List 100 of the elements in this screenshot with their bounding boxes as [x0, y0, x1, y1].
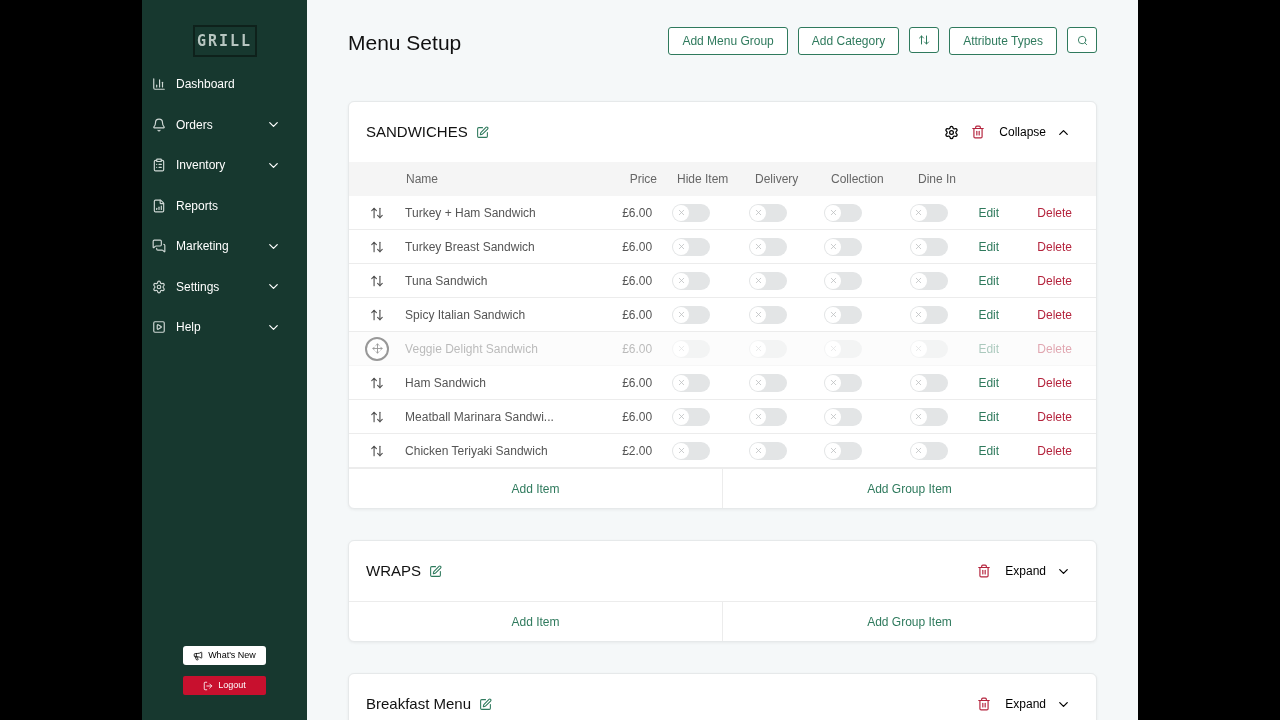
toggle-switch[interactable]	[824, 203, 863, 222]
trash-icon[interactable]	[977, 564, 992, 578]
toggle-switch[interactable]	[749, 203, 788, 222]
toggle-switch[interactable]	[824, 407, 863, 426]
toggle-switch[interactable]	[910, 271, 948, 290]
edit-link[interactable]: Edit	[964, 441, 1014, 460]
drag-handle-icon[interactable]	[370, 205, 385, 220]
x-icon	[753, 344, 763, 353]
add-button[interactable]: Add Group Item	[722, 469, 1096, 508]
bar-chart-icon	[152, 77, 166, 92]
table-row[interactable]: Spicy Italian Sandwich £6.00 Edit Delete	[349, 298, 1096, 332]
edit-link[interactable]: Edit	[964, 271, 1014, 290]
add-button[interactable]: Add Group Item	[722, 602, 1096, 641]
toggle-switch[interactable]	[672, 305, 711, 324]
toggle-switch[interactable]	[672, 271, 711, 290]
toggle-switch[interactable]	[672, 203, 711, 222]
collapse-toggle-button[interactable]: Collapse	[999, 123, 1071, 141]
toggle-switch[interactable]	[824, 305, 863, 324]
action-button[interactable]: Add Category	[797, 27, 900, 55]
table-row[interactable]: Meatball Marinara Sandwi... £6.00 Edit Delete	[349, 400, 1096, 434]
item-name: Chicken Teriyaki Sandwich	[405, 442, 549, 460]
sort-button[interactable]	[909, 27, 940, 53]
item-price: £6.00	[621, 408, 653, 426]
toggle-switch[interactable]	[824, 441, 863, 460]
edit-link[interactable]: Edit	[964, 305, 1014, 324]
toggle-switch[interactable]	[824, 271, 863, 290]
drag-handle-icon[interactable]	[370, 409, 385, 424]
toggle-switch[interactable]	[672, 441, 711, 460]
table-row[interactable]: Turkey + Ham Sandwich £6.00 Edit Delete	[349, 196, 1096, 230]
collapse-toggle-button[interactable]: Expand	[1005, 562, 1071, 580]
drag-handle-icon[interactable]	[370, 307, 385, 322]
drag-handle-icon[interactable]	[370, 443, 385, 458]
whats-new-button[interactable]: What's New	[183, 646, 266, 665]
delete-link[interactable]: Delete	[1013, 203, 1096, 222]
trash-icon[interactable]	[971, 125, 986, 139]
table-row[interactable]: Turkey Breast Sandwich £6.00 Edit Delete	[349, 230, 1096, 264]
edit-icon[interactable]	[479, 697, 493, 711]
x-icon	[828, 310, 838, 319]
delete-link[interactable]: Delete	[1013, 407, 1096, 426]
toggle-switch[interactable]	[910, 441, 948, 460]
settings-icon[interactable]	[944, 124, 960, 140]
toggle-switch[interactable]	[672, 237, 711, 256]
nav-item[interactable]: Orders	[142, 104, 307, 145]
add-button[interactable]: Add Item	[349, 469, 722, 508]
drag-handle-icon[interactable]	[370, 273, 385, 288]
item-name: Tuna Sandwich	[405, 272, 489, 290]
item-price: £6.00	[621, 272, 653, 290]
trash-icon[interactable]	[977, 697, 992, 711]
toggle-switch[interactable]	[910, 203, 948, 222]
drag-handle-icon[interactable]	[370, 239, 385, 254]
search-button[interactable]	[1067, 27, 1097, 53]
edit-icon[interactable]	[429, 564, 442, 578]
toggle-switch[interactable]	[749, 441, 788, 460]
nav-item[interactable]: Reports	[142, 185, 307, 226]
x-icon	[914, 242, 924, 251]
toggle-switch[interactable]	[749, 271, 788, 290]
edit-link[interactable]: Edit	[964, 373, 1014, 392]
delete-link[interactable]: Delete	[1013, 305, 1096, 324]
toggle-switch[interactable]	[824, 373, 863, 392]
toggle-switch[interactable]	[910, 373, 948, 392]
edit-link[interactable]: Edit	[964, 407, 1014, 426]
delete-link[interactable]: Delete	[1013, 373, 1096, 392]
delete-link[interactable]: Delete	[1013, 441, 1096, 460]
x-icon	[753, 310, 763, 319]
action-button[interactable]: Attribute Types	[949, 27, 1057, 55]
table-row[interactable]: Ham Sandwich £6.00 Edit Delete	[349, 366, 1096, 400]
toggle-switch[interactable]	[749, 373, 788, 392]
group-title: WRAPS	[366, 560, 421, 581]
x-icon	[914, 276, 924, 285]
nav-item[interactable]: Inventory	[142, 145, 307, 186]
toggle-switch[interactable]	[672, 407, 711, 426]
edit-icon[interactable]	[475, 125, 489, 139]
column-header: Collection	[830, 171, 885, 188]
drag-handle-icon[interactable]	[370, 375, 385, 390]
settings-icon	[152, 279, 166, 294]
bell-icon	[152, 117, 166, 132]
toggle-switch[interactable]	[910, 407, 948, 426]
toggle-switch[interactable]	[672, 373, 711, 392]
toggle-switch[interactable]	[824, 237, 863, 256]
nav-item[interactable]: Settings	[142, 266, 307, 307]
nav-item[interactable]: Marketing	[142, 226, 307, 267]
delete-link[interactable]: Delete	[1013, 271, 1096, 290]
action-button[interactable]: Add Menu Group	[668, 27, 788, 55]
edit-link[interactable]: Edit	[964, 237, 1014, 256]
edit-link[interactable]: Edit	[964, 203, 1014, 222]
toggle-switch[interactable]	[749, 237, 788, 256]
collapse-toggle-button[interactable]: Expand	[1005, 695, 1071, 713]
nav-item[interactable]: Help	[142, 307, 307, 348]
toggle-switch[interactable]	[910, 237, 948, 256]
table-row[interactable]: Tuna Sandwich £6.00 Edit Delete	[349, 264, 1096, 298]
x-icon	[828, 276, 838, 285]
delete-link[interactable]: Delete	[1013, 237, 1096, 256]
toggle-switch[interactable]	[910, 305, 948, 324]
add-button[interactable]: Add Item	[349, 602, 722, 641]
toggle-switch[interactable]	[749, 305, 788, 324]
table-row[interactable]: Chicken Teriyaki Sandwich £2.00 Edit Delete	[349, 434, 1096, 468]
logout-button[interactable]: Logout	[183, 676, 266, 695]
toggle-switch[interactable]	[749, 407, 788, 426]
nav-item[interactable]: Dashboard	[142, 64, 307, 105]
x-icon	[753, 208, 763, 217]
